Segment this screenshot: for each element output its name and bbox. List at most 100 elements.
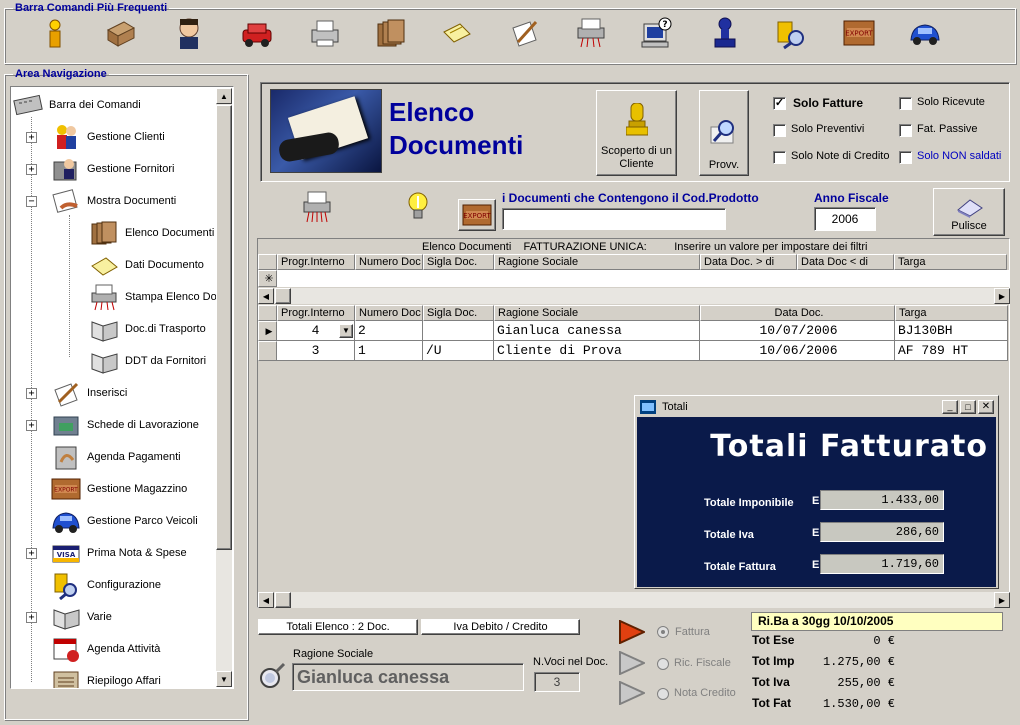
ragione-sociale-field[interactable]: Gianluca canessa [292,663,524,691]
table-cell[interactable]: 1 [355,341,423,361]
nav-item[interactable]: Stampa Elenco Do [89,283,217,311]
expand-icon[interactable]: + [26,420,37,431]
nav-item[interactable]: DDT da Fornitori [89,347,206,375]
scroll-down-button[interactable]: ▼ [216,671,232,687]
scroll-thumb[interactable] [216,105,232,550]
filter-hscroll[interactable]: ◀ ▶ [258,288,1010,304]
totali-titlebar[interactable]: Totali _ □ ✕ [637,398,996,416]
scoperto-button[interactable]: Scoperto di un Cliente [596,90,677,176]
filter-column-header[interactable]: Sigla Doc. [423,254,494,270]
scroll-up-button[interactable]: ▲ [216,88,232,104]
minimize-button[interactable]: _ [942,400,958,414]
folders-icon[interactable] [374,16,408,50]
nav-item[interactable]: Barra dei Comandi [13,91,141,119]
filter-column-header[interactable]: Targa [894,254,1007,270]
row-selector[interactable] [258,341,277,361]
data-column-header[interactable]: Data Doc. [700,305,895,321]
shredder-icon[interactable] [300,190,334,224]
info-icon[interactable] [38,16,72,50]
collapse-icon[interactable]: − [26,196,37,207]
data-column-header[interactable]: Targa [895,305,1008,321]
solo-ricevute-checkbox[interactable] [899,97,912,110]
nav-item[interactable]: Varie [51,603,112,631]
export-icon[interactable]: EXPORT [842,16,876,50]
row-selector[interactable]: ▶ [258,321,277,341]
maximize-button[interactable]: □ [960,400,976,414]
nav-scrollbar[interactable]: ▲ ▼ [216,88,232,687]
nav-item[interactable]: Agenda Pagamenti [51,443,181,471]
grid-scroll-thumb[interactable] [275,592,291,608]
filter-scroll-thumb[interactable] [275,288,291,304]
nav-item[interactable]: Dati Documento [89,251,204,279]
play-nota-icon[interactable] [619,681,645,705]
nav-item[interactable]: Mostra Documenti [51,187,176,215]
nav-item[interactable]: Gestione Parco Veicoli [51,507,198,535]
table-cell[interactable]: 3 [277,341,355,361]
expand-icon[interactable]: + [26,612,37,623]
nav-item[interactable]: VISA Prima Nota & Spese [51,539,187,567]
filter-column-header[interactable]: Progr.Interno [277,254,355,270]
nav-item[interactable]: Doc.di Trasporto [89,315,206,343]
printer-icon[interactable] [308,16,342,50]
client-icon[interactable] [172,16,206,50]
nav-item[interactable]: Elenco Documenti [89,219,214,247]
filter-column-header[interactable]: Ragione Sociale [494,254,700,270]
filter-scroll-left[interactable]: ◀ [258,288,274,304]
table-cell[interactable]: 2 [355,321,423,341]
provv-button[interactable]: Provv. [699,90,749,176]
expand-icon[interactable]: + [26,388,37,399]
filter-column-header[interactable]: Data Doc < di [797,254,894,270]
nav-item[interactable]: EXPORT Gestione Magazzino [51,475,187,503]
expand-icon[interactable]: + [26,132,37,143]
export-button[interactable]: EXPORT [458,199,496,231]
table-cell[interactable]: Cliente di Prova [494,341,700,361]
table-cell[interactable]: 10/06/2006 [700,341,895,361]
table-cell[interactable]: Gianluca canessa [494,321,700,341]
expand-icon[interactable]: + [26,548,37,559]
play-ricevuta-icon[interactable] [619,651,645,675]
nav-item[interactable]: Configurazione [51,571,161,600]
filter-scroll-right[interactable]: ▶ [994,288,1010,304]
nav-item[interactable]: Inserisci [51,379,127,407]
table-cell[interactable]: AF 789 HT [895,341,1008,361]
anno-fiscale-input[interactable]: 2006 [814,207,876,231]
help-computer-icon[interactable]: ? [640,16,674,50]
fat-passive-checkbox[interactable] [899,124,912,137]
lightbulb-icon[interactable] [405,190,431,224]
stamp-icon[interactable] [708,16,742,50]
data-column-header[interactable]: Numero Doc [355,305,423,321]
table-cell[interactable]: 10/07/2006 [700,321,895,341]
note-icon[interactable] [440,16,474,50]
vw-beetle-icon[interactable] [908,16,942,50]
table-cell[interactable]: BJ130BH [895,321,1008,341]
nav-item[interactable]: Riepilogo Affari [51,667,161,688]
archive-icon[interactable] [104,16,138,50]
search-magnifier-icon[interactable] [256,660,288,692]
edit-icon[interactable] [508,16,542,50]
nav-item[interactable]: Schede di Lavorazione [51,411,199,439]
config-icon[interactable] [774,16,808,50]
grid-scroll-right[interactable]: ▶ [994,592,1010,608]
cod-prodotto-input[interactable] [502,208,726,230]
filter-column-header[interactable]: Data Doc. > di [700,254,797,270]
expand-icon[interactable]: + [26,164,37,175]
table-cell[interactable] [423,321,494,341]
close-button[interactable]: ✕ [978,400,994,414]
nav-item[interactable]: Agenda Attività [51,635,160,663]
play-fattura-icon[interactable] [619,620,645,644]
data-column-header[interactable]: Progr.Interno [277,305,355,321]
data-column-header[interactable]: Ragione Sociale [494,305,700,321]
filter-row[interactable]: ✳ [258,270,1010,287]
pulisce-button[interactable]: Pulisce [933,188,1005,236]
car-icon[interactable] [240,16,274,50]
nav-item[interactable]: Gestione Fornitori [51,155,174,183]
grid-scroll-left[interactable]: ◀ [258,592,274,608]
shredder-icon[interactable] [574,16,608,50]
filter-column-header[interactable]: Numero Doc [355,254,423,270]
dropdown-arrow-icon[interactable]: ▼ [339,324,353,338]
solo-preventivi-checkbox[interactable] [773,124,786,137]
radio-nota-credito[interactable] [657,688,669,700]
solo-fatture-checkbox[interactable]: ✓ [773,97,786,110]
nav-item[interactable]: Gestione Clienti [51,123,165,151]
data-column-header[interactable]: Sigla Doc. [423,305,494,321]
